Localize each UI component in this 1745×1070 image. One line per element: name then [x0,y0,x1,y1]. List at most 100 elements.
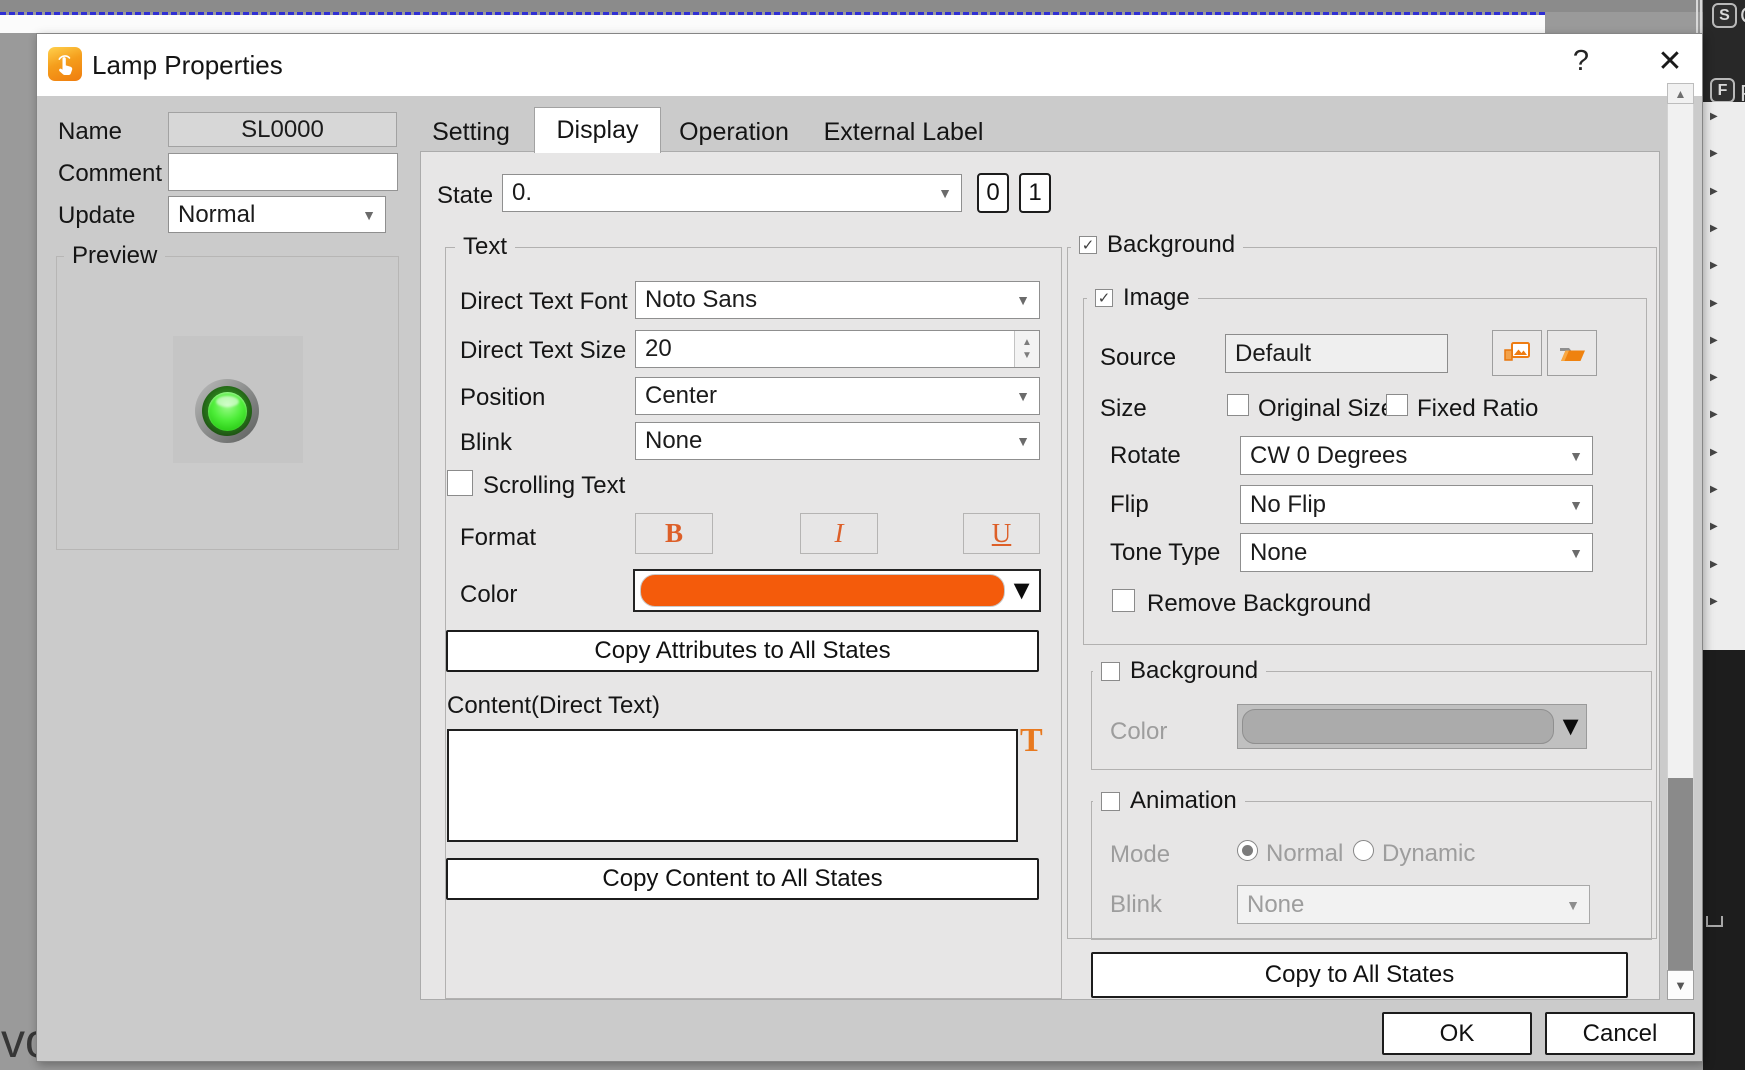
side-tree-column: ▶▶▶▶▶▶▶▶▶▶▶▶▶▶ [1703,102,1745,650]
content-label: Content(Direct Text) [447,692,660,720]
rotate-label: Rotate [1110,442,1181,470]
select-image-button[interactable] [1492,330,1542,376]
flip-select[interactable]: No Flip ▼ [1240,485,1593,524]
tone-type-value: None [1250,539,1307,567]
chevron-down-icon: ▼ [1569,498,1583,512]
scroll-down-button[interactable]: ▼ [1667,970,1694,1000]
background-color-checkbox[interactable] [1101,662,1120,681]
spinner-up-icon[interactable]: ▲ [1022,338,1032,348]
text-tool-icon[interactable]: T [1020,722,1043,760]
comment-label: Comment [58,160,162,188]
background-checkbox[interactable]: ✓ [1079,236,1097,254]
mode-dynamic-radio[interactable] [1353,840,1374,861]
cancel-button[interactable]: Cancel [1545,1012,1695,1055]
blink-select[interactable]: None ▼ [635,422,1040,460]
original-size-label: Original Size [1258,395,1394,423]
spinner-down-icon[interactable]: ▼ [1022,351,1032,361]
tree-arrow-icon: ▶ [1710,560,1718,570]
animation-checkbox[interactable] [1101,792,1120,811]
rotate-value: CW 0 Degrees [1250,442,1407,470]
scrolling-text-label: Scrolling Text [483,472,625,500]
state-select[interactable]: 0. ▼ [502,174,962,212]
side-tool-s-icon[interactable]: S [1712,3,1737,28]
copy-attributes-button[interactable]: Copy Attributes to All States [446,630,1039,672]
direct-text-font-select[interactable]: Noto Sans ▼ [635,281,1040,319]
direct-text-size-input[interactable]: 20 ▲ ▼ [635,330,1040,368]
tab-display[interactable]: Display [534,107,661,153]
backdrop-top-strip [0,0,1703,12]
dialog-scrollbar[interactable]: ▲ ▼ [1667,83,1694,1000]
original-size-checkbox[interactable] [1227,394,1249,416]
tree-arrow-icon: ▶ [1710,187,1718,197]
tree-arrow-icon: ▶ [1710,410,1718,420]
update-select[interactable]: Normal ▼ [168,196,386,233]
copy-to-all-states-button[interactable]: Copy to All States [1091,952,1628,998]
state-0-button[interactable]: 0 [977,173,1009,213]
browse-folder-button[interactable] [1547,330,1597,376]
ok-button[interactable]: OK [1382,1012,1532,1055]
side-panel-dark-top: S C F P [1703,0,1745,102]
copy-content-button[interactable]: Copy Content to All States [446,858,1039,900]
flip-value: No Flip [1250,491,1326,519]
update-value: Normal [178,201,255,229]
side-panel-dark-bottom [1703,650,1745,1070]
tab-external-label[interactable]: External Label [806,112,1001,152]
italic-button[interactable]: I [800,513,878,554]
fixed-ratio-checkbox[interactable] [1386,394,1408,416]
scrolling-text-checkbox[interactable] [447,470,473,496]
lamp-bezel [202,386,252,436]
direct-text-font-label: Direct Text Font [460,288,628,316]
backdrop-canvas-strip [0,15,1545,33]
comment-field[interactable] [168,153,398,191]
blink-value: None [645,427,702,455]
name-field: SL0000 [168,112,397,147]
color-label: Color [460,581,517,609]
position-select[interactable]: Center ▼ [635,377,1040,415]
image-group-header: ✓ Image [1087,284,1198,312]
rotate-select[interactable]: CW 0 Degrees ▼ [1240,436,1593,475]
tab-operation[interactable]: Operation [664,112,804,152]
image-group-label: Image [1123,284,1190,312]
image-checkbox[interactable]: ✓ [1095,289,1113,307]
scroll-up-icon: ▲ [1675,88,1687,100]
text-color-picker[interactable]: ▼ [633,569,1041,612]
position-label: Position [460,384,545,412]
bold-button[interactable]: B [635,513,713,554]
tree-arrow-icon: ▶ [1710,149,1718,159]
scrollbar-thumb[interactable] [1668,778,1693,970]
size-spinner[interactable]: ▲ ▼ [1014,331,1039,367]
help-button[interactable]: ? [1566,45,1596,78]
tree-arrow-icon: ▶ [1710,597,1718,607]
tab-setting[interactable]: Setting [415,112,527,152]
tree-arrow-icon: ▶ [1710,112,1718,122]
tree-arrow-icon: ▶ [1710,261,1718,271]
direct-text-size-value: 20 [645,335,672,363]
source-field[interactable]: Default [1225,334,1448,373]
mode-dynamic-label: Dynamic [1382,840,1475,868]
mode-normal-radio[interactable] [1237,840,1258,861]
chevron-down-icon: ▼ [1569,449,1583,463]
chevron-down-icon: ▼ [1016,389,1030,403]
side-tool-f-icon[interactable]: F [1710,78,1735,103]
animation-blink-value: None [1247,891,1304,919]
lamp-lens [208,392,247,431]
lamp-highlight [216,396,239,407]
pictures-icon [1501,340,1533,366]
bg-color-swatch [1242,709,1554,744]
tone-type-select[interactable]: None ▼ [1240,533,1593,572]
tree-arrow-icon: ▶ [1710,336,1718,346]
underline-button[interactable]: U [963,513,1040,554]
scroll-up-button[interactable]: ▲ [1667,83,1694,104]
mode-normal-label: Normal [1266,840,1343,868]
source-label: Source [1100,344,1176,372]
content-textarea[interactable] [447,729,1018,842]
remove-background-checkbox[interactable] [1112,589,1135,612]
close-button[interactable]: ✕ [1650,44,1690,79]
direct-text-size-label: Direct Text Size [460,337,626,365]
chevron-down-icon: ▼ [362,208,376,222]
tree-arrow-icon: ▶ [1710,485,1718,495]
lamp-preview [195,379,259,443]
text-color-swatch [640,574,1005,607]
animation-blink-select: None ▼ [1237,885,1590,924]
state-1-button[interactable]: 1 [1019,173,1051,213]
